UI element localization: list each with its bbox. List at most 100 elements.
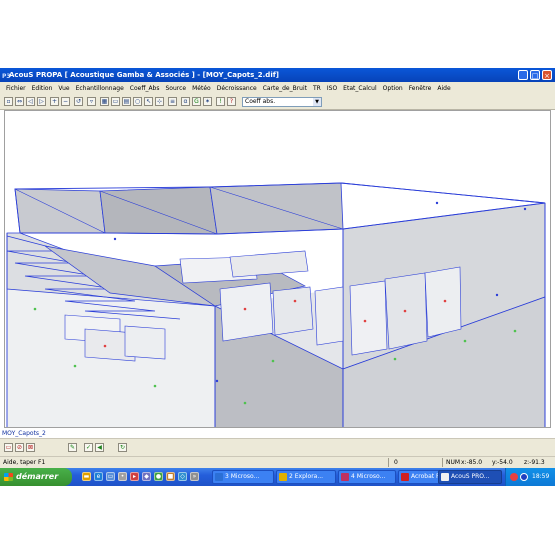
ms-icon [341,473,349,481]
new-icon[interactable]: ▫ [4,97,13,106]
cross-tool-icon[interactable]: ⊠ [26,443,35,452]
status-value: 0 [394,459,398,466]
grid-icon[interactable]: ▦ [100,97,109,106]
task-label: AcouS PRO... [451,473,490,480]
frame-icon[interactable]: ▭ [111,97,120,106]
menu-aide[interactable]: Aide [434,82,453,95]
rect-tool-icon[interactable]: ▭ [4,443,13,452]
green-point [33,307,37,311]
sun-icon[interactable]: ✶ [203,97,212,106]
zoom-out-icon[interactable]: − [61,97,70,106]
green-point [393,357,397,361]
source-point [103,344,107,348]
menu-fenetre[interactable]: Fenêtre [406,82,435,95]
menu-option[interactable]: Option [380,82,406,95]
green-point [513,329,517,333]
coeff-abs-value: Coeff abs. [245,98,276,105]
menu-decroissance[interactable]: Décroissance [214,82,260,95]
coeff-abs-select[interactable]: Coeff abs. ▼ [242,97,322,107]
open-icon[interactable]: ⇔ [15,97,24,106]
green-point [463,339,467,343]
task-word[interactable]: 3 Microso... [212,470,274,484]
rotate-icon[interactable]: ↺ [74,97,83,106]
green-point [271,359,275,363]
menu-etat-calcul[interactable]: Etat_Calcul [340,82,379,95]
status-separator [388,458,389,467]
coord-z: z:-91.3 [524,459,545,466]
source-point [243,307,247,311]
slash-tool-icon[interactable]: ⊘ [15,443,24,452]
capot-9 [424,266,462,338]
network-icon[interactable] [520,473,528,481]
source-point [443,299,447,303]
roof-edge [340,182,546,204]
status-bar: Aide, taper F1 0 NUM x:-85.0 y:-54.0 z:-… [0,456,555,468]
menu-meteo[interactable]: Météo [189,82,214,95]
misc-icon[interactable]: ● [154,472,163,481]
task-microsoft[interactable]: 4 Microso... [338,470,396,484]
zoom-in-icon[interactable]: + [50,97,59,106]
capot-6 [314,286,344,346]
media-icon[interactable]: ▸ [130,472,139,481]
receiver-point [435,201,439,205]
minimize-button[interactable]: _ [518,70,528,80]
taskbar: démarrer ▬ e ▭ • ▸ ◆ ● ■ ◇ » 3 Microso..… [0,468,555,486]
graph-icon[interactable]: G [192,97,201,106]
building-model [6,182,546,427]
misc-icon-3[interactable]: ◇ [178,472,187,481]
receiver-point [215,379,219,383]
menu-iso[interactable]: ISO [324,82,340,95]
chevron-down-icon[interactable]: ▼ [313,98,321,106]
menu-echantillonnage[interactable]: Echantillonnage [73,82,127,95]
help-icon[interactable]: ? [227,97,236,106]
status-separator [442,458,443,467]
misc-icon-2[interactable]: ■ [166,472,175,481]
desktop-icon[interactable]: ▭ [106,472,115,481]
task-acous-propa[interactable]: AcouS PRO... [438,470,502,484]
layers-icon[interactable]: ≡ [168,97,177,106]
start-label: démarrer [16,472,59,481]
ie-icon[interactable]: e [94,472,103,481]
tool-icon[interactable]: ◆ [142,472,151,481]
pointer-icon[interactable]: ↖ [144,97,153,106]
refresh-icon[interactable]: ↻ [118,443,127,452]
source-icon[interactable]: α [181,97,190,106]
capot-3 [124,325,166,360]
shield-icon[interactable]: ▿ [87,97,96,106]
task-label: 4 Microso... [351,473,386,480]
view-icon[interactable]: ▤ [122,97,131,106]
menu-vue[interactable]: Vue [55,82,72,95]
menu-edition[interactable]: Edition [29,82,56,95]
misc-icon-4[interactable]: » [190,472,199,481]
source-point [293,299,297,303]
move-left-icon[interactable]: ◁ [26,97,35,106]
explorer-icon [279,473,287,481]
receiver-point [113,237,117,241]
menu-fichier[interactable]: Fichier [0,82,29,95]
task-explorer[interactable]: 2 Explora... [276,470,336,484]
green-point [153,384,157,388]
move-right-icon[interactable]: ▷ [37,97,46,106]
start-button[interactable]: démarrer [0,468,72,486]
maximize-button[interactable]: □ [530,70,540,80]
calc-icon[interactable]: ! [216,97,225,106]
check-icon[interactable]: ✓ [84,443,93,452]
capot-11 [229,250,309,278]
close-button[interactable]: × [542,70,552,80]
search-icon[interactable]: ○ [133,97,142,106]
acrobat-icon [401,473,409,481]
pencil-icon[interactable]: ✎ [68,443,77,452]
speaker-icon[interactable]: ◀ [95,443,104,452]
folder-icon[interactable]: ▬ [82,472,91,481]
menu-carte-de-bruit[interactable]: Carte_de_Bruit [260,82,310,95]
3d-viewport[interactable] [4,110,551,428]
system-tray: 18:59 [505,468,555,486]
menu-tr[interactable]: TR [310,82,324,95]
menu-source[interactable]: Source [163,82,190,95]
status-help: Aide, taper F1 [3,459,46,466]
capot-7 [349,280,388,356]
app-icon[interactable]: • [118,472,127,481]
menu-coeff-abs[interactable]: Coeff_Abs [127,82,163,95]
pick-icon[interactable]: ⊹ [155,97,164,106]
security-icon[interactable] [510,473,518,481]
